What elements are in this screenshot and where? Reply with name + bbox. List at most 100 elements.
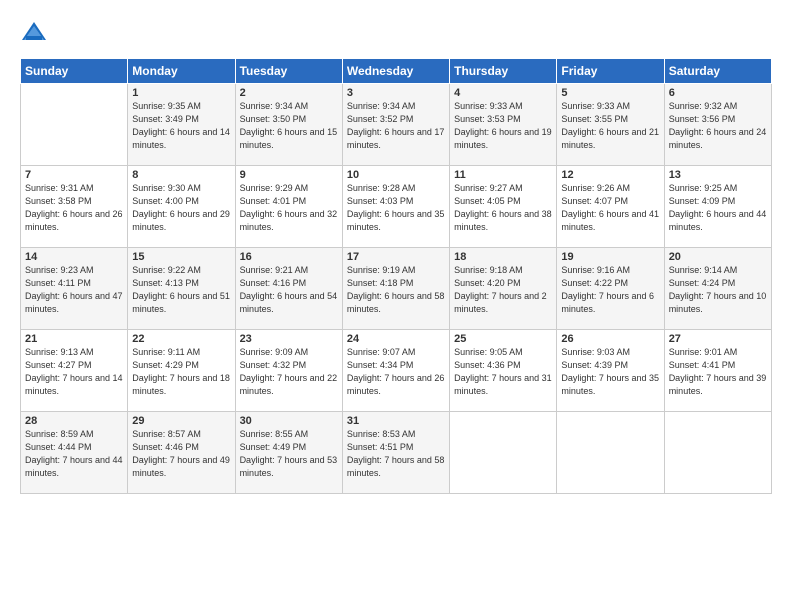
calendar-cell: 30Sunrise: 8:55 AMSunset: 4:49 PMDayligh… bbox=[235, 412, 342, 494]
cell-content: Sunrise: 9:31 AMSunset: 3:58 PMDaylight:… bbox=[25, 182, 123, 234]
cell-content: Sunrise: 9:28 AMSunset: 4:03 PMDaylight:… bbox=[347, 182, 445, 234]
calendar-header-row: SundayMondayTuesdayWednesdayThursdayFrid… bbox=[21, 59, 772, 84]
day-number: 26 bbox=[561, 333, 659, 345]
calendar-cell bbox=[21, 84, 128, 166]
calendar-week-row: 7Sunrise: 9:31 AMSunset: 3:58 PMDaylight… bbox=[21, 166, 772, 248]
calendar-cell: 7Sunrise: 9:31 AMSunset: 3:58 PMDaylight… bbox=[21, 166, 128, 248]
cell-content: Sunrise: 9:11 AMSunset: 4:29 PMDaylight:… bbox=[132, 346, 230, 398]
calendar-cell: 2Sunrise: 9:34 AMSunset: 3:50 PMDaylight… bbox=[235, 84, 342, 166]
calendar-cell: 3Sunrise: 9:34 AMSunset: 3:52 PMDaylight… bbox=[342, 84, 449, 166]
calendar-cell: 23Sunrise: 9:09 AMSunset: 4:32 PMDayligh… bbox=[235, 330, 342, 412]
cell-content: Sunrise: 9:21 AMSunset: 4:16 PMDaylight:… bbox=[240, 264, 338, 316]
calendar-cell: 19Sunrise: 9:16 AMSunset: 4:22 PMDayligh… bbox=[557, 248, 664, 330]
calendar-day-header: Wednesday bbox=[342, 59, 449, 84]
day-number: 18 bbox=[454, 251, 552, 263]
day-number: 5 bbox=[561, 87, 659, 99]
day-number: 6 bbox=[669, 87, 767, 99]
cell-content: Sunrise: 8:59 AMSunset: 4:44 PMDaylight:… bbox=[25, 428, 123, 480]
day-number: 28 bbox=[25, 415, 123, 427]
logo bbox=[20, 20, 50, 48]
cell-content: Sunrise: 9:26 AMSunset: 4:07 PMDaylight:… bbox=[561, 182, 659, 234]
cell-content: Sunrise: 9:18 AMSunset: 4:20 PMDaylight:… bbox=[454, 264, 552, 316]
calendar-cell bbox=[557, 412, 664, 494]
day-number: 30 bbox=[240, 415, 338, 427]
day-number: 25 bbox=[454, 333, 552, 345]
calendar-week-row: 21Sunrise: 9:13 AMSunset: 4:27 PMDayligh… bbox=[21, 330, 772, 412]
calendar-cell: 14Sunrise: 9:23 AMSunset: 4:11 PMDayligh… bbox=[21, 248, 128, 330]
cell-content: Sunrise: 9:32 AMSunset: 3:56 PMDaylight:… bbox=[669, 100, 767, 152]
day-number: 29 bbox=[132, 415, 230, 427]
day-number: 24 bbox=[347, 333, 445, 345]
cell-content: Sunrise: 9:25 AMSunset: 4:09 PMDaylight:… bbox=[669, 182, 767, 234]
calendar-cell: 28Sunrise: 8:59 AMSunset: 4:44 PMDayligh… bbox=[21, 412, 128, 494]
day-number: 16 bbox=[240, 251, 338, 263]
calendar-cell: 21Sunrise: 9:13 AMSunset: 4:27 PMDayligh… bbox=[21, 330, 128, 412]
calendar-cell: 25Sunrise: 9:05 AMSunset: 4:36 PMDayligh… bbox=[450, 330, 557, 412]
day-number: 1 bbox=[132, 87, 230, 99]
cell-content: Sunrise: 9:34 AMSunset: 3:52 PMDaylight:… bbox=[347, 100, 445, 152]
cell-content: Sunrise: 9:09 AMSunset: 4:32 PMDaylight:… bbox=[240, 346, 338, 398]
calendar-cell: 22Sunrise: 9:11 AMSunset: 4:29 PMDayligh… bbox=[128, 330, 235, 412]
page: SundayMondayTuesdayWednesdayThursdayFrid… bbox=[0, 0, 792, 612]
calendar-day-header: Thursday bbox=[450, 59, 557, 84]
calendar-cell: 11Sunrise: 9:27 AMSunset: 4:05 PMDayligh… bbox=[450, 166, 557, 248]
day-number: 10 bbox=[347, 169, 445, 181]
day-number: 31 bbox=[347, 415, 445, 427]
day-number: 3 bbox=[347, 87, 445, 99]
header bbox=[20, 16, 772, 48]
cell-content: Sunrise: 9:30 AMSunset: 4:00 PMDaylight:… bbox=[132, 182, 230, 234]
calendar-cell: 18Sunrise: 9:18 AMSunset: 4:20 PMDayligh… bbox=[450, 248, 557, 330]
calendar-day-header: Sunday bbox=[21, 59, 128, 84]
day-number: 13 bbox=[669, 169, 767, 181]
calendar-day-header: Monday bbox=[128, 59, 235, 84]
calendar-week-row: 1Sunrise: 9:35 AMSunset: 3:49 PMDaylight… bbox=[21, 84, 772, 166]
day-number: 9 bbox=[240, 169, 338, 181]
day-number: 2 bbox=[240, 87, 338, 99]
calendar-day-header: Tuesday bbox=[235, 59, 342, 84]
day-number: 12 bbox=[561, 169, 659, 181]
calendar-cell: 27Sunrise: 9:01 AMSunset: 4:41 PMDayligh… bbox=[664, 330, 771, 412]
day-number: 22 bbox=[132, 333, 230, 345]
cell-content: Sunrise: 9:07 AMSunset: 4:34 PMDaylight:… bbox=[347, 346, 445, 398]
cell-content: Sunrise: 8:53 AMSunset: 4:51 PMDaylight:… bbox=[347, 428, 445, 480]
calendar-week-row: 28Sunrise: 8:59 AMSunset: 4:44 PMDayligh… bbox=[21, 412, 772, 494]
day-number: 4 bbox=[454, 87, 552, 99]
day-number: 20 bbox=[669, 251, 767, 263]
day-number: 7 bbox=[25, 169, 123, 181]
day-number: 17 bbox=[347, 251, 445, 263]
cell-content: Sunrise: 8:57 AMSunset: 4:46 PMDaylight:… bbox=[132, 428, 230, 480]
calendar-cell: 12Sunrise: 9:26 AMSunset: 4:07 PMDayligh… bbox=[557, 166, 664, 248]
cell-content: Sunrise: 9:13 AMSunset: 4:27 PMDaylight:… bbox=[25, 346, 123, 398]
day-number: 14 bbox=[25, 251, 123, 263]
cell-content: Sunrise: 9:05 AMSunset: 4:36 PMDaylight:… bbox=[454, 346, 552, 398]
day-number: 15 bbox=[132, 251, 230, 263]
cell-content: Sunrise: 9:01 AMSunset: 4:41 PMDaylight:… bbox=[669, 346, 767, 398]
calendar-cell: 1Sunrise: 9:35 AMSunset: 3:49 PMDaylight… bbox=[128, 84, 235, 166]
calendar-table: SundayMondayTuesdayWednesdayThursdayFrid… bbox=[20, 58, 772, 494]
calendar-cell: 5Sunrise: 9:33 AMSunset: 3:55 PMDaylight… bbox=[557, 84, 664, 166]
calendar-cell: 29Sunrise: 8:57 AMSunset: 4:46 PMDayligh… bbox=[128, 412, 235, 494]
calendar-cell: 13Sunrise: 9:25 AMSunset: 4:09 PMDayligh… bbox=[664, 166, 771, 248]
cell-content: Sunrise: 9:23 AMSunset: 4:11 PMDaylight:… bbox=[25, 264, 123, 316]
cell-content: Sunrise: 9:16 AMSunset: 4:22 PMDaylight:… bbox=[561, 264, 659, 316]
cell-content: Sunrise: 9:29 AMSunset: 4:01 PMDaylight:… bbox=[240, 182, 338, 234]
cell-content: Sunrise: 9:22 AMSunset: 4:13 PMDaylight:… bbox=[132, 264, 230, 316]
calendar-cell: 31Sunrise: 8:53 AMSunset: 4:51 PMDayligh… bbox=[342, 412, 449, 494]
cell-content: Sunrise: 9:03 AMSunset: 4:39 PMDaylight:… bbox=[561, 346, 659, 398]
cell-content: Sunrise: 9:33 AMSunset: 3:55 PMDaylight:… bbox=[561, 100, 659, 152]
cell-content: Sunrise: 9:27 AMSunset: 4:05 PMDaylight:… bbox=[454, 182, 552, 234]
day-number: 23 bbox=[240, 333, 338, 345]
calendar-cell: 9Sunrise: 9:29 AMSunset: 4:01 PMDaylight… bbox=[235, 166, 342, 248]
day-number: 21 bbox=[25, 333, 123, 345]
calendar-cell bbox=[450, 412, 557, 494]
calendar-cell: 4Sunrise: 9:33 AMSunset: 3:53 PMDaylight… bbox=[450, 84, 557, 166]
calendar-cell: 17Sunrise: 9:19 AMSunset: 4:18 PMDayligh… bbox=[342, 248, 449, 330]
cell-content: Sunrise: 9:35 AMSunset: 3:49 PMDaylight:… bbox=[132, 100, 230, 152]
cell-content: Sunrise: 9:34 AMSunset: 3:50 PMDaylight:… bbox=[240, 100, 338, 152]
cell-content: Sunrise: 9:19 AMSunset: 4:18 PMDaylight:… bbox=[347, 264, 445, 316]
calendar-week-row: 14Sunrise: 9:23 AMSunset: 4:11 PMDayligh… bbox=[21, 248, 772, 330]
calendar-cell: 8Sunrise: 9:30 AMSunset: 4:00 PMDaylight… bbox=[128, 166, 235, 248]
calendar-cell: 20Sunrise: 9:14 AMSunset: 4:24 PMDayligh… bbox=[664, 248, 771, 330]
calendar-cell: 16Sunrise: 9:21 AMSunset: 4:16 PMDayligh… bbox=[235, 248, 342, 330]
day-number: 8 bbox=[132, 169, 230, 181]
